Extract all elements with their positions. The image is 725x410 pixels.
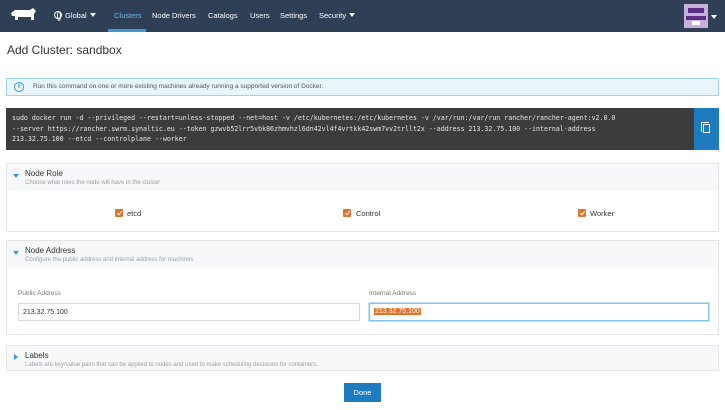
- etcd-checkbox[interactable]: [115, 209, 123, 217]
- node-address-section: Node Address Configure the public addres…: [6, 240, 719, 335]
- chevron-down-icon: [13, 251, 19, 255]
- worker-label: Worker: [590, 209, 615, 218]
- section-subtitle: Configure the public address and interna…: [25, 257, 194, 263]
- selected-text: 213.32.75.100: [374, 308, 421, 315]
- node-role-section: Node Role Choose what roles the node wil…: [6, 163, 719, 232]
- nav-users[interactable]: Users: [250, 0, 270, 32]
- labels-section: Labels Labels are key/value pairs that c…: [6, 345, 719, 371]
- internal-address-input[interactable]: 213.32.75.100: [369, 303, 709, 321]
- section-title: Node Role: [25, 169, 63, 178]
- info-text: Run this command on one or more existing…: [33, 83, 324, 90]
- page-title: Add Cluster: sandbox: [7, 43, 122, 57]
- nav-clusters[interactable]: Clusters: [114, 0, 142, 32]
- nav-settings[interactable]: Settings: [280, 0, 307, 32]
- clipboard-icon: [701, 122, 710, 133]
- chevron-down-icon: [13, 174, 19, 178]
- internal-address-label: Internal Address: [369, 290, 416, 297]
- chevron-down-icon: [349, 13, 356, 17]
- nav-catalogs[interactable]: Catalogs: [208, 0, 238, 32]
- top-nav: Global Clusters Node Drivers Catalogs Us…: [0, 0, 725, 32]
- node-role-header[interactable]: Node Role Choose what roles the node wil…: [7, 164, 718, 190]
- section-subtitle: Labels are key/value pairs that can be a…: [25, 362, 318, 368]
- globe-icon: [54, 11, 62, 21]
- info-icon: i: [14, 82, 24, 92]
- info-banner: i Run this command on one or more existi…: [6, 78, 719, 96]
- rancher-logo-icon[interactable]: [8, 7, 38, 25]
- public-address-label: Public Address: [18, 290, 61, 297]
- public-address-input[interactable]: [18, 303, 360, 321]
- docker-command-box[interactable]: sudo docker run -d --privileged --restar…: [6, 108, 694, 150]
- nav-node-drivers[interactable]: Node Drivers: [152, 0, 196, 32]
- chevron-down-icon[interactable]: [711, 15, 717, 19]
- etcd-label: etcd: [127, 209, 142, 218]
- user-avatar[interactable]: [684, 4, 708, 28]
- section-title: Node Address: [25, 246, 76, 255]
- global-cluster-selector[interactable]: Global: [54, 0, 96, 32]
- node-address-header[interactable]: Node Address Configure the public addres…: [7, 241, 718, 267]
- control-label: Control: [356, 209, 381, 218]
- chevron-right-icon: [14, 354, 18, 360]
- active-tab-indicator: [108, 29, 146, 32]
- control-checkbox[interactable]: [343, 209, 351, 217]
- worker-checkbox[interactable]: [578, 209, 586, 217]
- docker-command[interactable]: sudo docker run -d --privileged --restar…: [12, 113, 692, 145]
- nav-security[interactable]: Security: [319, 0, 356, 32]
- chevron-down-icon: [89, 13, 96, 17]
- section-subtitle: Choose what roles the node will have in …: [25, 180, 161, 186]
- labels-header[interactable]: Labels Labels are key/value pairs that c…: [7, 346, 718, 370]
- copy-command-button[interactable]: [694, 108, 719, 150]
- section-title: Labels: [25, 351, 49, 360]
- done-button[interactable]: Done: [344, 383, 381, 402]
